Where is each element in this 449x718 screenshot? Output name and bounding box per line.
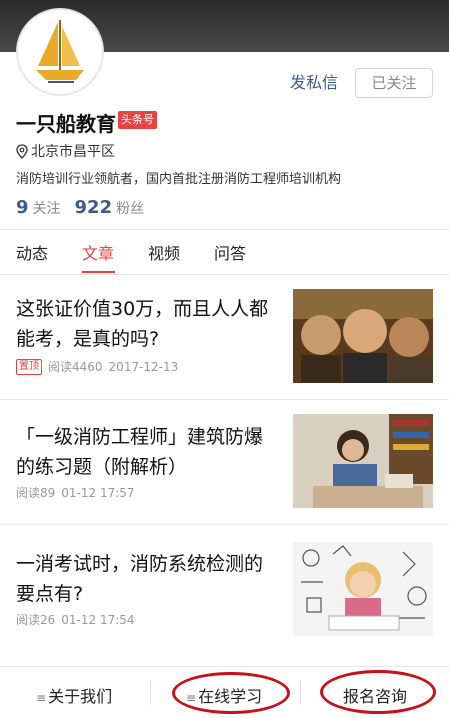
article-item[interactable]: 这张证价值30万，而且人人都能考，是真的吗? 置顶 阅读4460 2017-12… [0, 278, 449, 400]
following-label[interactable]: 关注 [33, 198, 61, 218]
divider [150, 681, 151, 705]
pinned-tag: 置顶 [16, 358, 42, 375]
article-reads: 阅读89 [16, 486, 56, 500]
article-title[interactable]: 一消考试时，消防系统检测的要点有? [16, 549, 281, 609]
annotation-circle [172, 672, 290, 714]
divider [0, 274, 449, 275]
followers-count[interactable]: 922 [75, 197, 113, 218]
article-item[interactable]: 一消考试时，消防系统检测的要点有? 阅读26 01-12 17:54 [0, 527, 449, 649]
profile-description: 消防培训行业领航者，国内首批注册消防工程师培训机构 [16, 172, 342, 187]
article-item[interactable]: 「一级消防工程师」建筑防爆的练习题（附解析） 阅读89 01-12 17:57 [0, 402, 449, 524]
message-button[interactable]: 发私信 [282, 70, 346, 96]
profile-stats: 9 关注 922 粉丝 [16, 197, 154, 218]
divider [0, 399, 449, 400]
active-tab-indicator [82, 271, 115, 273]
article-thumbnail[interactable] [293, 289, 433, 383]
article-date: 01-12 17:54 [61, 612, 135, 627]
location: 北京市昌平区 [16, 141, 115, 161]
divider [300, 681, 301, 705]
menu-icon: ≡ [36, 691, 47, 705]
article-reads: 阅读4460 [48, 360, 103, 374]
tab-qa[interactable]: 问答 [214, 240, 246, 264]
tab-videos[interactable]: 视频 [148, 240, 180, 264]
about-us-label: 关于我们 [48, 687, 113, 706]
tab-activity[interactable]: 动态 [16, 240, 48, 264]
article-title[interactable]: 这张证价值30万，而且人人都能考，是真的吗? [16, 294, 281, 354]
tab-bar: 动态 文章 视频 问答 [0, 230, 449, 274]
profile-name: 一只船教育 [16, 112, 116, 136]
divider [0, 524, 449, 525]
location-text: 北京市昌平区 [31, 144, 115, 160]
article-thumbnail[interactable] [293, 414, 433, 508]
location-pin-icon [16, 143, 28, 159]
account-badge: 头条号 [118, 111, 157, 129]
tab-articles[interactable]: 文章 [82, 240, 114, 264]
annotation-circle [320, 670, 436, 714]
article-date: 01-12 17:57 [61, 485, 135, 500]
article-meta: 阅读26 01-12 17:54 [16, 611, 135, 628]
followers-label[interactable]: 粉丝 [116, 198, 144, 218]
following-count[interactable]: 9 [16, 197, 29, 218]
article-meta: 置顶 阅读4460 2017-12-13 [16, 358, 178, 375]
follow-button[interactable]: 已关注 [355, 68, 433, 98]
article-reads: 阅读26 [16, 613, 56, 627]
article-date: 2017-12-13 [108, 359, 179, 374]
article-meta: 阅读89 01-12 17:57 [16, 484, 135, 501]
sailboat-logo-icon [36, 20, 84, 83]
about-us-button[interactable]: ≡ 关于我们 [36, 683, 112, 707]
article-title[interactable]: 「一级消防工程师」建筑防爆的练习题（附解析） [16, 422, 281, 482]
avatar[interactable] [16, 8, 104, 96]
article-thumbnail[interactable] [293, 542, 433, 636]
